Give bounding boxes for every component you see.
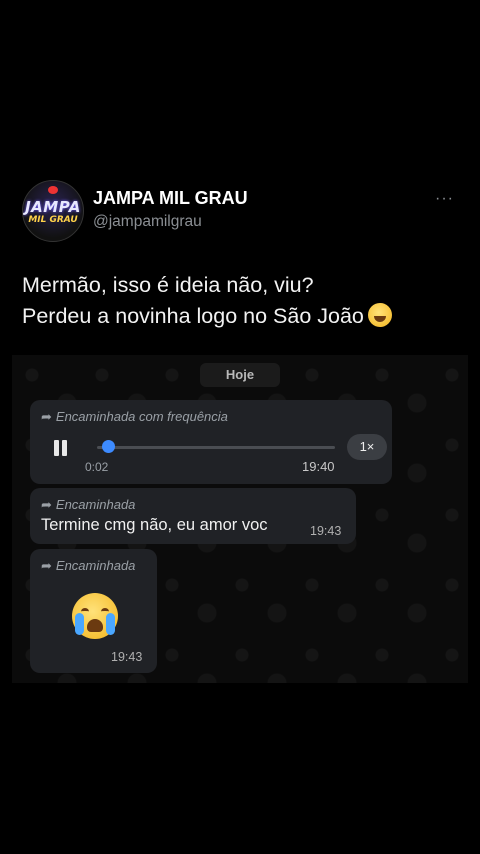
- text-message-bubble[interactable]: ➦ Encaminhada Termine cmg não, eu amor vo…: [30, 488, 356, 544]
- message-text: Termine cmg não, eu amor voc: [41, 516, 268, 534]
- avatar-logo-line1: JAMPA: [25, 198, 81, 216]
- audio-time: 19:40: [302, 459, 335, 474]
- avatar-logo-line2: MIL GRAU: [28, 215, 78, 225]
- chat-screenshot: Hoje ➦ Encaminhada com frequência 0:02 19…: [12, 355, 468, 683]
- logo-hat-icon: [48, 186, 58, 194]
- account-name[interactable]: JAMPA MIL GRAU: [93, 188, 248, 209]
- message-time: 19:43: [111, 650, 143, 664]
- audio-progress-knob[interactable]: [102, 440, 116, 453]
- audio-elapsed: 0:02: [85, 460, 109, 474]
- forwarded-label: ➦ Encaminhada com frequência: [41, 409, 228, 425]
- tweet-text-line1: Mermão, isso é ideia não, viu?: [22, 273, 314, 297]
- playback-speed-button[interactable]: 1×: [347, 434, 387, 460]
- emoji-message-bubble[interactable]: ➦ Encaminhada 19:43: [30, 549, 157, 673]
- avatar[interactable]: JAMPA MIL GRAU: [22, 180, 84, 242]
- forwarded-text: Encaminhada com frequência: [55, 409, 228, 424]
- forwarded-text: Encaminhada: [55, 558, 136, 573]
- tweet-header: JAMPA MIL GRAU JAMPA MIL GRAU @jampamilg…: [22, 178, 462, 242]
- more-options-icon[interactable]: ···: [435, 190, 454, 208]
- date-chip: Hoje: [200, 363, 280, 387]
- forward-arrow-icon: ➦: [41, 558, 52, 573]
- forwarded-label: ➦ Encaminhada: [41, 558, 135, 574]
- pause-icon[interactable]: [53, 440, 69, 456]
- loudly-crying-face-icon: [72, 593, 118, 639]
- tweet-text-line2: Perdeu a novinha logo no São João: [22, 304, 364, 328]
- forward-arrow-icon: ➦: [41, 497, 52, 512]
- audio-progress-track[interactable]: [97, 446, 335, 449]
- forwarded-text: Encaminhada: [55, 497, 136, 512]
- forwarded-label: ➦ Encaminhada: [41, 497, 135, 513]
- tweet-text: Mermão, isso é ideia não, viu? Perdeu a …: [22, 270, 392, 332]
- audio-message-bubble[interactable]: ➦ Encaminhada com frequência 0:02 19:40 1…: [30, 400, 392, 484]
- tweet-text-line2-wrap: Perdeu a novinha logo no São João: [22, 301, 392, 332]
- sweat-smile-emoji-icon: [367, 303, 392, 327]
- forward-arrow-icon: ➦: [41, 409, 52, 424]
- account-handle[interactable]: @jampamilgrau: [93, 213, 202, 231]
- message-time: 19:43: [310, 524, 342, 538]
